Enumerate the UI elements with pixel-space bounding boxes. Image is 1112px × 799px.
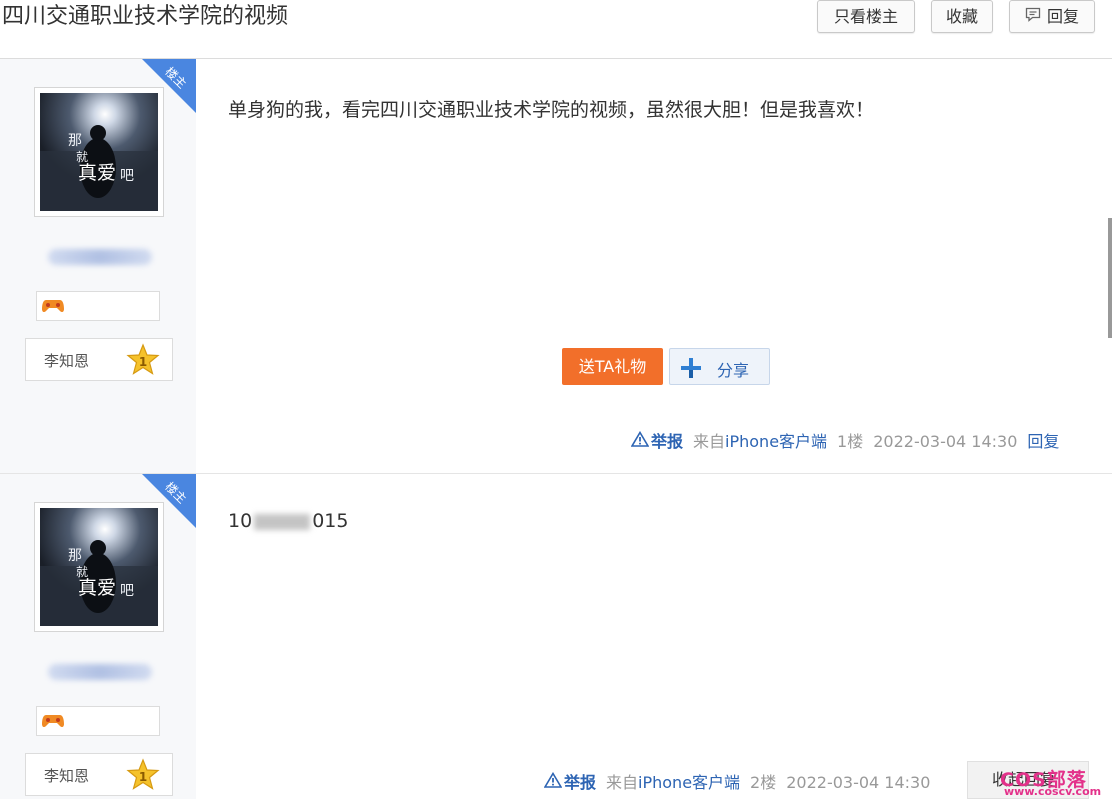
user-icons-box xyxy=(36,291,160,321)
warning-icon xyxy=(630,430,650,451)
post-time: 2022-03-04 14:30 xyxy=(873,432,1018,451)
gamepad-icon[interactable] xyxy=(41,297,65,319)
level-badge[interactable]: 李知恩 1 xyxy=(25,338,173,381)
share-button[interactable]: 分享 xyxy=(669,348,770,385)
svg-text:1: 1 xyxy=(139,355,147,369)
svg-text:吧: 吧 xyxy=(120,168,134,184)
send-gift-button[interactable]: 送TA礼物 xyxy=(562,348,663,385)
floor-number: 2楼 xyxy=(750,773,777,792)
post-floor-1: 楼主 那 就 真爱 吧 李知恩 1 单身狗的我，看完四川交通职业技术学院的视频，… xyxy=(0,59,1112,474)
avatar-image: 那 就 真爱 吧 xyxy=(40,508,158,626)
avatar[interactable]: 那 就 真爱 吧 xyxy=(34,87,164,217)
report-link[interactable]: 举报 xyxy=(630,430,683,451)
site-watermark: COS部落 www.coscv.com xyxy=(1000,765,1101,798)
floor-reply-link[interactable]: 回复 xyxy=(1027,432,1059,451)
favorite-button[interactable]: 收藏 xyxy=(931,0,993,33)
svg-text:那: 那 xyxy=(68,548,82,564)
level-name: 李知恩 xyxy=(44,767,90,785)
avatar-image: 那 就 真爱 吧 xyxy=(40,93,158,211)
level-star-icon: 1 xyxy=(126,758,160,790)
svg-text:那: 那 xyxy=(68,133,82,149)
thread-title: 四川交通职业技术学院的视频 xyxy=(2,4,289,29)
post-floor-2: 楼主 那 就 真爱 吧 李知恩 1 10 015 举报 来自iPhone客户端 … xyxy=(0,474,1112,799)
masked-number xyxy=(254,513,311,530)
comment-icon xyxy=(1025,1,1041,32)
floor-number: 1楼 xyxy=(837,432,864,451)
post-time: 2022-03-04 14:30 xyxy=(786,773,931,792)
content-prefix: 10 xyxy=(228,510,253,532)
warning-icon xyxy=(543,771,563,792)
post-content: 10 015 xyxy=(228,510,348,532)
post-content: 单身狗的我，看完四川交通职业技术学院的视频，虽然很大胆！但是我喜欢！ xyxy=(228,99,875,121)
reply-button[interactable]: 回复 xyxy=(1009,0,1095,33)
share-label: 分享 xyxy=(717,361,750,380)
svg-text:真爱: 真爱 xyxy=(78,162,116,184)
thread-header: 四川交通职业技术学院的视频 只看楼主 收藏 回复 xyxy=(0,0,1112,58)
author-sidebar: 楼主 那 就 真爱 吧 李知恩 1 xyxy=(0,474,196,799)
svg-text:吧: 吧 xyxy=(120,583,134,599)
svg-text:真爱: 真爱 xyxy=(78,577,116,599)
content-suffix: 015 xyxy=(312,510,349,532)
post-meta: 举报 来自iPhone客户端 2楼 2022-03-04 14:30 xyxy=(543,769,931,793)
level-name: 李知恩 xyxy=(44,352,90,370)
level-badge[interactable]: 李知恩 1 xyxy=(25,753,173,796)
watermark-url: www.coscv.com xyxy=(1004,785,1102,798)
svg-text:1: 1 xyxy=(139,770,147,784)
source-link[interactable]: iPhone客户端 xyxy=(638,773,740,792)
username-blurred[interactable] xyxy=(48,664,152,680)
post-meta: 举报 来自iPhone客户端 1楼 2022-03-04 14:30 回复 xyxy=(630,428,1059,452)
reply-button-label: 回复 xyxy=(1046,7,1079,26)
scrollbar[interactable] xyxy=(1108,218,1112,338)
plus-icon xyxy=(680,357,702,383)
username-blurred[interactable] xyxy=(48,249,152,265)
user-icons-box xyxy=(36,706,160,736)
gamepad-icon[interactable] xyxy=(41,712,65,734)
source-link[interactable]: iPhone客户端 xyxy=(725,432,827,451)
avatar[interactable]: 那 就 真爱 吧 xyxy=(34,502,164,632)
source-prefix: 来自 xyxy=(606,773,639,792)
source-prefix: 来自 xyxy=(693,432,726,451)
only-owner-button[interactable]: 只看楼主 xyxy=(817,0,915,33)
author-sidebar: 楼主 那 就 真爱 吧 李知恩 1 xyxy=(0,59,196,473)
level-star-icon: 1 xyxy=(126,343,160,375)
report-link[interactable]: 举报 xyxy=(543,771,596,792)
